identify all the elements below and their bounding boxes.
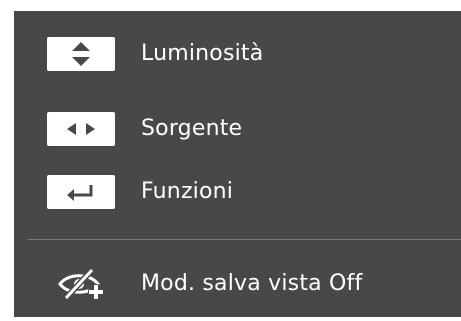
menu-item-functions-label: Funzioni bbox=[141, 179, 234, 204]
osd-menu-panel: Luminosità Sorgente Funzioni Mod. salva … bbox=[14, 11, 461, 317]
eye-saver-icon bbox=[58, 267, 104, 301]
eye-saver-mode-item[interactable]: Mod. salva vista Off bbox=[14, 259, 461, 309]
left-right-arrows-icon bbox=[47, 112, 115, 146]
menu-item-functions[interactable]: Funzioni bbox=[14, 167, 461, 217]
enter-return-icon bbox=[47, 175, 115, 209]
eye-saver-mode-label: Mod. salva vista Off bbox=[141, 271, 363, 296]
menu-item-source[interactable]: Sorgente bbox=[14, 104, 461, 154]
menu-item-source-label: Sorgente bbox=[141, 116, 243, 141]
up-down-arrows-icon bbox=[47, 37, 115, 71]
menu-divider bbox=[28, 239, 461, 240]
menu-item-brightness-label: Luminosità bbox=[141, 41, 264, 66]
menu-item-brightness[interactable]: Luminosità bbox=[14, 29, 461, 79]
